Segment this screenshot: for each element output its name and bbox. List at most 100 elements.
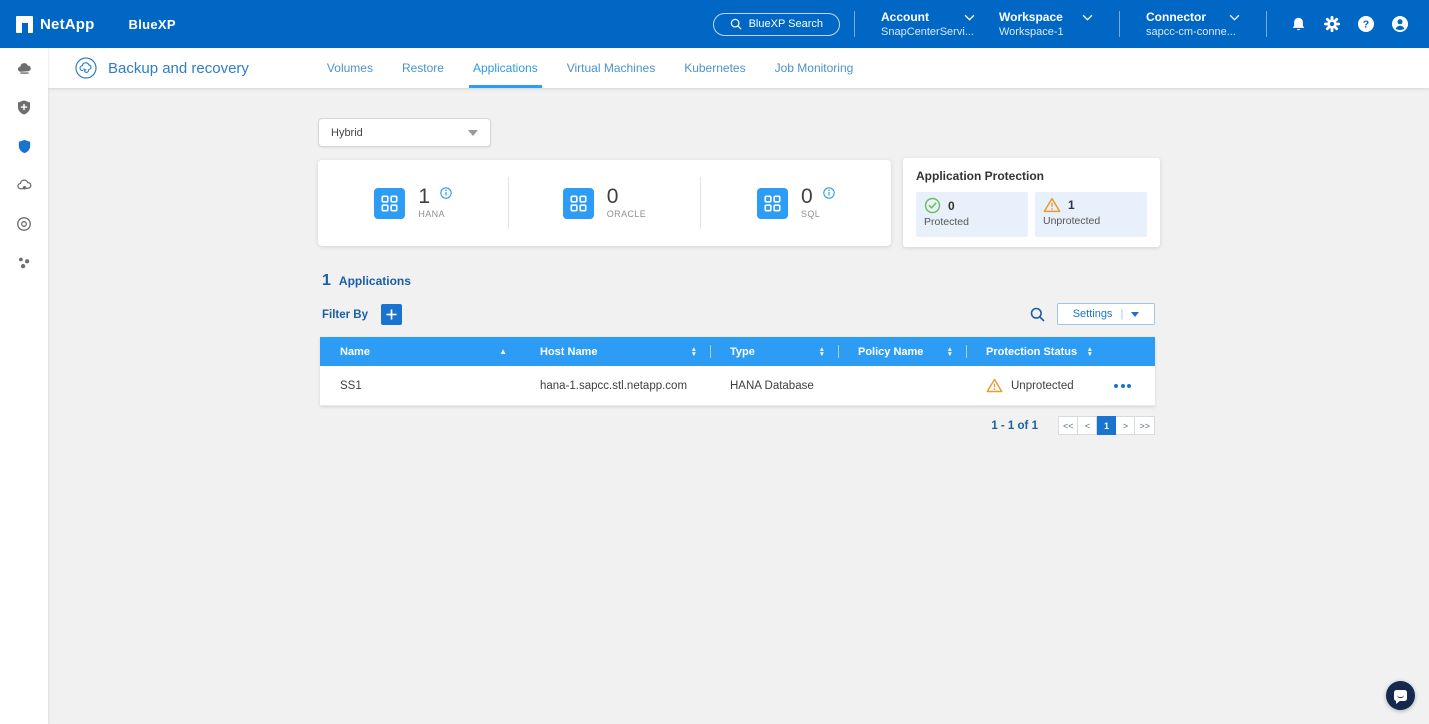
- environment-type-value: Hybrid: [331, 127, 363, 139]
- account-menu-label: Account: [881, 10, 929, 24]
- grid-icon: [757, 188, 788, 219]
- info-icon[interactable]: [823, 187, 835, 199]
- tab-virtual-machines[interactable]: Virtual Machines: [567, 48, 656, 88]
- grid-icon: [374, 188, 405, 219]
- sql-count: 0: [801, 187, 813, 207]
- first-page-button[interactable]: <<: [1058, 416, 1079, 435]
- bluexp-search-button[interactable]: BlueXP Search: [713, 13, 840, 36]
- chevron-down-icon: [1229, 14, 1240, 21]
- pagination: 1 - 1 of 1 << < 1 > >>: [320, 416, 1155, 435]
- sort-asc-icon[interactable]: ▲: [499, 349, 507, 355]
- ring-icon: [16, 216, 32, 232]
- topbar-divider: [1119, 11, 1120, 37]
- workspace-menu-label: Workspace: [999, 10, 1063, 24]
- stat-hana: 1 HANA: [318, 187, 508, 219]
- sort-icon[interactable]: ▲▼: [691, 347, 697, 357]
- oracle-label: ORACLE: [607, 209, 646, 219]
- applications-count-number: 1: [322, 272, 331, 290]
- tab-applications[interactable]: Applications: [473, 48, 538, 88]
- warning-icon: [986, 378, 1003, 393]
- tab-volumes[interactable]: Volumes: [327, 48, 373, 88]
- cloud-drive-icon: [16, 60, 33, 77]
- check-circle-icon: [924, 197, 941, 214]
- prev-page-button[interactable]: <: [1078, 416, 1097, 435]
- chevron-down-icon: [1082, 14, 1093, 21]
- column-header-actions: [1106, 337, 1155, 366]
- account-menu-value: SnapCenterServi...: [881, 26, 975, 38]
- table-row[interactable]: SS1 hana-1.sapcc.stl.netapp.com HANA Dat…: [320, 366, 1155, 406]
- chat-icon: [1394, 690, 1407, 701]
- table-search-icon[interactable]: [1030, 307, 1045, 322]
- caret-down-icon: [1131, 312, 1139, 317]
- stat-oracle: 0 ORACLE: [508, 177, 699, 229]
- connector-menu-label: Connector: [1146, 10, 1206, 24]
- column-header-protection-status[interactable]: Protection Status ▲▼: [966, 337, 1106, 366]
- settings-divider: |: [1120, 308, 1123, 320]
- notifications-button[interactable]: [1281, 16, 1315, 33]
- application-protection-card: Application Protection 0 Protected 1 Unp…: [903, 158, 1160, 247]
- topbar-divider: [854, 11, 855, 37]
- table-settings-button[interactable]: Settings |: [1057, 303, 1155, 325]
- left-icon-sidebar: [0, 48, 48, 724]
- cell-protection-status: Unprotected: [966, 378, 1106, 393]
- cluster-dots-icon: [16, 255, 32, 271]
- sidebar-item-extensions[interactable]: [15, 254, 33, 272]
- account-menu[interactable]: Account SnapCenterServi...: [869, 10, 987, 38]
- environment-type-dropdown[interactable]: Hybrid: [318, 118, 491, 147]
- column-header-policy-name[interactable]: Policy Name ▲▼: [838, 337, 966, 366]
- plus-icon: [386, 309, 397, 320]
- sort-icon[interactable]: ▲▼: [947, 347, 953, 357]
- hana-count: 1: [418, 187, 430, 207]
- pagination-range: 1 - 1 of 1: [991, 420, 1038, 432]
- cell-type: HANA Database: [710, 380, 838, 392]
- help-button[interactable]: ?: [1349, 15, 1383, 33]
- protection-card-title: Application Protection: [916, 169, 1147, 183]
- tab-kubernetes[interactable]: Kubernetes: [684, 48, 745, 88]
- unprotected-label: Unprotected: [1043, 215, 1139, 227]
- sidebar-item-observability[interactable]: [15, 215, 33, 233]
- settings-button-topbar[interactable]: [1315, 15, 1349, 33]
- page-1-button[interactable]: 1: [1097, 416, 1116, 435]
- column-header-host-name[interactable]: Host Name ▲▼: [520, 337, 710, 366]
- tab-job-monitoring[interactable]: Job Monitoring: [775, 48, 854, 88]
- sidebar-item-protection-active[interactable]: [15, 137, 33, 155]
- applications-count-label: Applications: [339, 274, 411, 288]
- sidebar-item-mobility[interactable]: [15, 176, 33, 194]
- service-header: Backup and recovery Volumes Restore Appl…: [48, 48, 1429, 88]
- product-name: BlueXP: [129, 17, 176, 32]
- user-account-button[interactable]: [1383, 15, 1417, 33]
- netapp-brand[interactable]: NetApp BlueXP: [16, 16, 176, 33]
- chevron-down-icon: [964, 14, 975, 21]
- row-actions-menu[interactable]: [1106, 384, 1131, 388]
- sidebar-item-health[interactable]: [15, 98, 33, 116]
- protected-tile: 0 Protected: [916, 192, 1028, 237]
- topbar-divider: [1266, 11, 1267, 37]
- tab-restore[interactable]: Restore: [402, 48, 444, 88]
- protected-count: 0: [948, 199, 955, 213]
- chat-support-button[interactable]: [1386, 681, 1415, 710]
- page-title: Backup and recovery: [108, 60, 249, 77]
- service-tabs: Volumes Restore Applications Virtual Mac…: [327, 48, 853, 88]
- connector-menu[interactable]: Connector sapcc-cm-conne...: [1134, 10, 1252, 38]
- applications-count: 1 Applications: [322, 272, 411, 290]
- unprotected-tile: 1 Unprotected: [1035, 192, 1147, 237]
- next-page-button[interactable]: >: [1116, 416, 1135, 435]
- help-icon: ?: [1357, 15, 1375, 33]
- cloud-sync-icon: [16, 177, 33, 194]
- workspace-menu[interactable]: Workspace Workspace-1: [987, 10, 1105, 38]
- column-header-type[interactable]: Type ▲▼: [710, 337, 838, 366]
- sort-icon[interactable]: ▲▼: [819, 347, 825, 357]
- column-header-name[interactable]: Name ▲: [320, 337, 520, 366]
- database-summary-card: 1 HANA 0 ORACLE 0 SQL: [318, 160, 891, 246]
- shield-plus-icon: [16, 99, 32, 116]
- sort-icon[interactable]: ▲▼: [1087, 347, 1093, 357]
- add-filter-button[interactable]: [381, 304, 402, 325]
- user-icon: [1391, 15, 1409, 33]
- unprotected-count: 1: [1068, 198, 1075, 212]
- info-icon[interactable]: [440, 187, 452, 199]
- oracle-count: 0: [607, 187, 619, 207]
- last-page-button[interactable]: >>: [1135, 416, 1155, 435]
- sidebar-item-storage[interactable]: [15, 59, 33, 77]
- grid-icon: [563, 188, 594, 219]
- filter-by-label: Filter By: [322, 309, 368, 321]
